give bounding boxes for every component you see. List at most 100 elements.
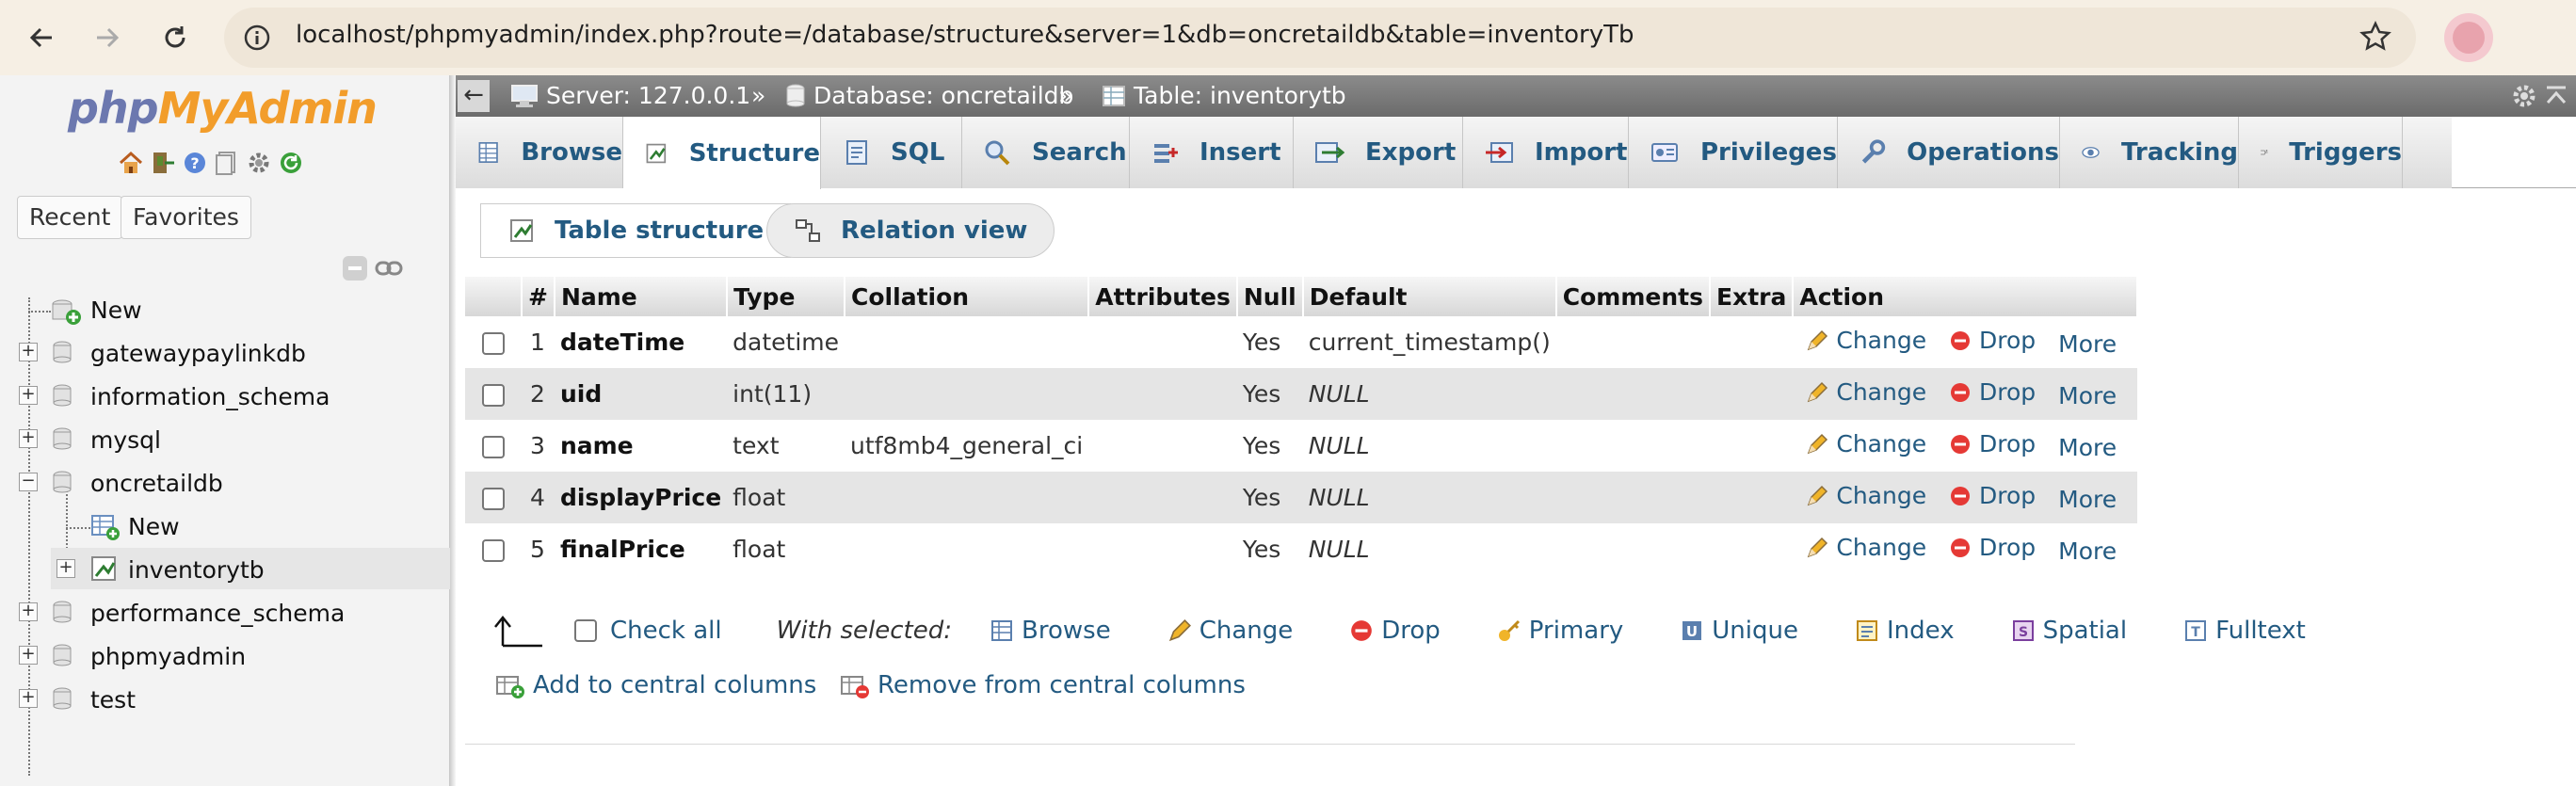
collapse-panel-arrow-icon[interactable]: ← (458, 80, 490, 112)
drop-link[interactable]: Drop (1949, 327, 2036, 354)
row-checkbox[interactable] (482, 488, 505, 510)
phpmyadmin-logo[interactable]: phpMyAdmin (68, 83, 378, 134)
address-bar[interactable]: localhost/phpmyadmin/index.php?route=/da… (224, 8, 2416, 68)
profile-avatar[interactable] (2444, 13, 2493, 62)
tab-tracking[interactable]: Tracking (2060, 117, 2239, 188)
back-button[interactable] (15, 11, 68, 64)
change-link[interactable]: Change (1806, 534, 1926, 561)
tab-sql[interactable]: SQL (821, 117, 962, 188)
collapse-top-icon[interactable] (2542, 82, 2570, 110)
remove-central-columns-button[interactable]: Remove from central columns (840, 665, 1246, 706)
refresh-icon[interactable] (277, 149, 305, 177)
drop-link[interactable]: Drop (1949, 378, 2036, 406)
forward-button[interactable] (81, 11, 134, 64)
row-checkbox-cell (465, 316, 522, 368)
change-link[interactable]: Change (1806, 430, 1926, 457)
bulk-primary-button[interactable]: Primary (1497, 617, 1623, 645)
bulk-browse-button[interactable]: Browse (990, 617, 1111, 645)
column-header[interactable]: Extra (1710, 277, 1795, 316)
bulk-fulltext-button[interactable]: T Fulltext (2183, 617, 2306, 645)
more-link[interactable]: More (2058, 382, 2117, 409)
bulk-spatial-button[interactable]: S Spatial (2011, 617, 2127, 645)
drop-link[interactable]: Drop (1949, 534, 2036, 561)
change-link[interactable]: Change (1806, 327, 1926, 354)
table-icon (1103, 86, 1125, 106)
check-all-checkbox[interactable] (574, 619, 597, 642)
bulk-drop-button[interactable]: Drop (1349, 617, 1441, 645)
change-link[interactable]: Change (1806, 378, 1926, 406)
docs-icon[interactable] (213, 149, 241, 177)
expand-icon[interactable]: + (19, 646, 38, 665)
new-table-icon[interactable] (90, 512, 121, 542)
tab-insert[interactable]: Insert (1130, 117, 1294, 188)
row-checkbox[interactable] (482, 436, 505, 458)
new-database-icon[interactable] (51, 297, 83, 326)
bulk-index-button[interactable]: Index (1855, 617, 1955, 645)
home-icon[interactable] (117, 149, 145, 177)
field-name[interactable]: dateTime (555, 316, 727, 368)
database-icon (53, 384, 72, 407)
structure-icon (510, 219, 533, 242)
tab-operations[interactable]: Operations (1838, 117, 2060, 188)
settings-gear-icon[interactable] (245, 149, 273, 177)
collapse-all-icon[interactable] (341, 254, 369, 282)
field-name[interactable]: uid (554, 368, 728, 420)
logout-icon[interactable] (149, 149, 177, 177)
reload-button[interactable] (149, 11, 201, 64)
breadcrumb-table[interactable]: Table: inventorytb (1102, 75, 1346, 117)
expand-icon[interactable]: + (19, 343, 38, 361)
tab-privileges[interactable]: Privileges (1629, 117, 1838, 188)
column-header[interactable]: Attributes (1088, 277, 1238, 316)
help-icon[interactable]: ? (181, 149, 209, 177)
column-header[interactable]: Collation (845, 277, 1090, 316)
breadcrumb-database[interactable]: Database: oncretaildb (785, 75, 1073, 117)
tab-structure[interactable]: Structure (623, 117, 821, 189)
table-structure-button[interactable]: Table structure (480, 203, 792, 258)
change-link[interactable]: Change (1806, 482, 1926, 509)
more-link[interactable]: More (2058, 537, 2117, 565)
database-icon (53, 644, 72, 666)
column-header[interactable]: Type (727, 277, 846, 316)
server-icon (511, 85, 538, 107)
tab-browse[interactable]: Browse (456, 117, 623, 188)
tab-import[interactable]: Import (1463, 117, 1629, 188)
column-header[interactable]: Null (1236, 277, 1304, 316)
bulk-change-button[interactable]: Change (1167, 617, 1293, 645)
row-checkbox[interactable] (482, 332, 505, 355)
column-header[interactable]: Default (1302, 277, 1557, 316)
relation-view-button[interactable]: Relation view (766, 203, 1055, 258)
field-name[interactable]: finalPrice (555, 523, 727, 575)
more-link[interactable]: More (2058, 486, 2117, 513)
tab-export[interactable]: Export (1294, 117, 1463, 188)
more-link[interactable]: More (2058, 330, 2117, 358)
row-checkbox[interactable] (482, 384, 505, 407)
check-all-label[interactable]: Check all (610, 617, 722, 645)
tab-search[interactable]: Search (962, 117, 1130, 188)
drop-link[interactable]: Drop (1949, 482, 2036, 509)
expand-icon[interactable]: + (19, 429, 38, 448)
field-name[interactable]: name (555, 420, 727, 472)
drop-link[interactable]: Drop (1949, 430, 2036, 457)
favorites-button[interactable]: Favorites (121, 196, 251, 239)
link-icon[interactable] (375, 254, 403, 282)
tab-triggers[interactable]: Triggers (2239, 117, 2403, 188)
row-checkbox[interactable] (482, 539, 505, 562)
url-text[interactable]: localhost/phpmyadmin/index.php?route=/da… (296, 21, 1634, 49)
expand-icon[interactable]: + (19, 689, 38, 708)
bulk-unique-button[interactable]: U Unique (1680, 617, 1798, 645)
browse-icon (478, 142, 498, 163)
site-info-icon[interactable] (241, 22, 273, 54)
column-header[interactable]: Name (554, 277, 729, 316)
settings-gear-icon[interactable] (2510, 82, 2538, 110)
expand-icon[interactable]: + (19, 386, 38, 405)
expand-icon[interactable]: + (56, 559, 75, 578)
recent-button[interactable]: Recent (17, 196, 123, 239)
breadcrumb-server[interactable]: Server: 127.0.0.1 (510, 75, 750, 117)
expand-icon[interactable]: + (19, 602, 38, 621)
add-central-columns-button[interactable]: Add to central columns (495, 665, 816, 706)
more-link[interactable]: More (2058, 434, 2117, 461)
bookmark-star-icon[interactable] (2359, 21, 2391, 53)
field-name[interactable]: displayPrice (554, 472, 728, 523)
column-header[interactable]: Comments (1555, 277, 1712, 316)
collapse-node-icon[interactable]: − (19, 473, 38, 491)
